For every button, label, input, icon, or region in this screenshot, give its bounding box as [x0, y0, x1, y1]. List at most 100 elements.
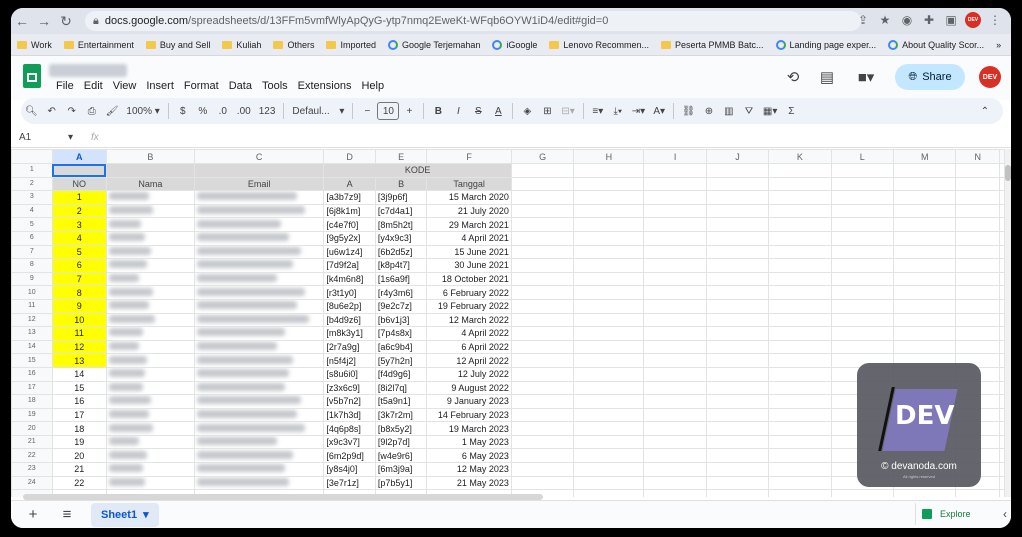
kode-a-cell[interactable]: [4q6p8s]	[323, 421, 376, 436]
cell[interactable]	[643, 298, 707, 314]
sidepanel-icon[interactable]: ▣	[943, 11, 959, 29]
no-cell[interactable]: 14	[51, 366, 107, 382]
side-panel-toggle-icon[interactable]: ‹	[1003, 507, 1007, 521]
font-size-input[interactable]: 10	[377, 102, 400, 120]
cell[interactable]	[999, 244, 1005, 260]
cell[interactable]	[999, 407, 1005, 423]
no-cell[interactable]: 21	[51, 462, 107, 477]
tanggal-cell[interactable]: 6 May 2023	[426, 448, 512, 464]
name-cell-redacted[interactable]	[105, 271, 195, 287]
column-header[interactable]: N	[955, 149, 1000, 164]
tanggal-cell[interactable]: 12 July 2022	[426, 366, 512, 382]
name-cell-redacted[interactable]	[105, 339, 195, 355]
increase-font-size-icon[interactable]: +	[399, 100, 419, 122]
cell[interactable]	[955, 489, 1000, 497]
tanggal-cell[interactable]: 15 June 2021	[426, 244, 512, 260]
cell[interactable]	[705, 475, 770, 491]
cell[interactable]	[705, 407, 770, 423]
cell[interactable]	[768, 475, 832, 491]
cell[interactable]	[892, 258, 957, 273]
name-box[interactable]: A1 ▾	[11, 132, 81, 143]
no-cell[interactable]: 2	[51, 203, 107, 219]
cell[interactable]	[705, 421, 770, 436]
cell[interactable]	[705, 394, 770, 409]
kode-a-cell[interactable]: [k4m6n8]	[323, 271, 376, 287]
bookmark-item[interactable]: iGoogle	[486, 39, 543, 50]
spreadsheet-grid[interactable]: A B C D E F G H I J K L M N 1 KODE 2 NO Nama Email A B Tanggal…	[11, 149, 1005, 497]
tanggal-cell[interactable]: 9 August 2022	[426, 380, 512, 396]
header-email[interactable]: Email	[193, 176, 325, 192]
cell[interactable]	[768, 380, 832, 396]
cell[interactable]	[999, 285, 1005, 300]
cell[interactable]	[830, 176, 894, 192]
cell[interactable]	[510, 475, 575, 491]
cell[interactable]	[573, 285, 645, 300]
cell[interactable]	[510, 163, 575, 178]
kode-b-cell[interactable]: [p7b5y1]	[374, 475, 428, 491]
cell[interactable]	[892, 326, 957, 341]
email-cell-redacted[interactable]	[193, 298, 325, 314]
kode-a-cell[interactable]: [y8s4j0]	[323, 462, 376, 477]
column-header[interactable]: L	[830, 149, 894, 164]
cell[interactable]	[999, 258, 1005, 273]
cell[interactable]	[510, 326, 575, 341]
kode-a-cell[interactable]: [6m2p9d]	[323, 448, 376, 464]
row-header[interactable]: 4	[11, 203, 53, 219]
cell[interactable]	[705, 339, 770, 355]
cell[interactable]	[573, 230, 645, 246]
email-cell-redacted[interactable]	[193, 258, 325, 273]
email-cell-redacted[interactable]	[193, 434, 325, 450]
vertical-scrollbar[interactable]	[1005, 149, 1011, 497]
cell[interactable]	[999, 163, 1005, 178]
redo-icon[interactable]: ↷	[62, 100, 82, 122]
kode-b-cell[interactable]: [f4d9g6]	[374, 366, 428, 382]
cell[interactable]	[955, 230, 1000, 246]
cell[interactable]	[830, 230, 894, 246]
decrease-font-size-icon[interactable]: −	[357, 100, 377, 122]
row-header[interactable]: 1	[11, 163, 53, 178]
cell[interactable]	[643, 462, 707, 477]
collapse-toolbar-icon[interactable]: ⌃	[975, 100, 995, 122]
name-cell-redacted[interactable]	[105, 203, 195, 219]
cell[interactable]	[999, 312, 1005, 328]
cell[interactable]	[955, 190, 1000, 205]
cell[interactable]	[999, 298, 1005, 314]
cell[interactable]	[705, 244, 770, 260]
cell[interactable]	[510, 298, 575, 314]
tanggal-cell[interactable]: 14 February 2023	[426, 407, 512, 423]
no-cell[interactable]: 9	[51, 298, 107, 314]
cell[interactable]	[892, 190, 957, 205]
cell[interactable]	[830, 203, 894, 219]
cell[interactable]	[510, 421, 575, 436]
kode-a-cell[interactable]: [c4e7f0]	[323, 217, 376, 232]
no-cell[interactable]: 13	[51, 353, 107, 368]
sheets-logo-icon[interactable]	[23, 64, 41, 88]
bookmark-item[interactable]: Work	[11, 40, 58, 50]
kode-a-cell[interactable]: [7d9f2a]	[323, 258, 376, 273]
cell[interactable]	[573, 434, 645, 450]
name-cell-redacted[interactable]	[105, 407, 195, 423]
cell[interactable]	[573, 271, 645, 287]
cell[interactable]	[705, 462, 770, 477]
name-cell-redacted[interactable]	[105, 421, 195, 436]
cell[interactable]	[573, 394, 645, 409]
kode-b-cell[interactable]: [3j9p6f]	[374, 190, 428, 205]
cell[interactable]	[573, 312, 645, 328]
cell[interactable]	[830, 285, 894, 300]
cell[interactable]	[573, 353, 645, 368]
sheet-tab[interactable]: Sheet1 ▾	[91, 502, 159, 527]
cell[interactable]	[830, 271, 894, 287]
cell[interactable]	[955, 285, 1000, 300]
comments-icon[interactable]: ▤	[817, 67, 837, 87]
cell[interactable]	[830, 163, 894, 178]
name-cell-redacted[interactable]	[105, 462, 195, 477]
tanggal-cell[interactable]: 15 March 2020	[426, 190, 512, 205]
extensions-icon[interactable]: ✚	[921, 11, 937, 29]
kode-a-cell[interactable]: [3e7r1z]	[323, 475, 376, 491]
row-header[interactable]: 24	[11, 475, 53, 491]
kode-b-cell[interactable]: [3k7r2m]	[374, 407, 428, 423]
cell[interactable]	[999, 271, 1005, 287]
email-cell-redacted[interactable]	[193, 326, 325, 341]
kode-b-cell[interactable]: [7p4s8x]	[374, 326, 428, 341]
cell[interactable]	[768, 217, 832, 232]
